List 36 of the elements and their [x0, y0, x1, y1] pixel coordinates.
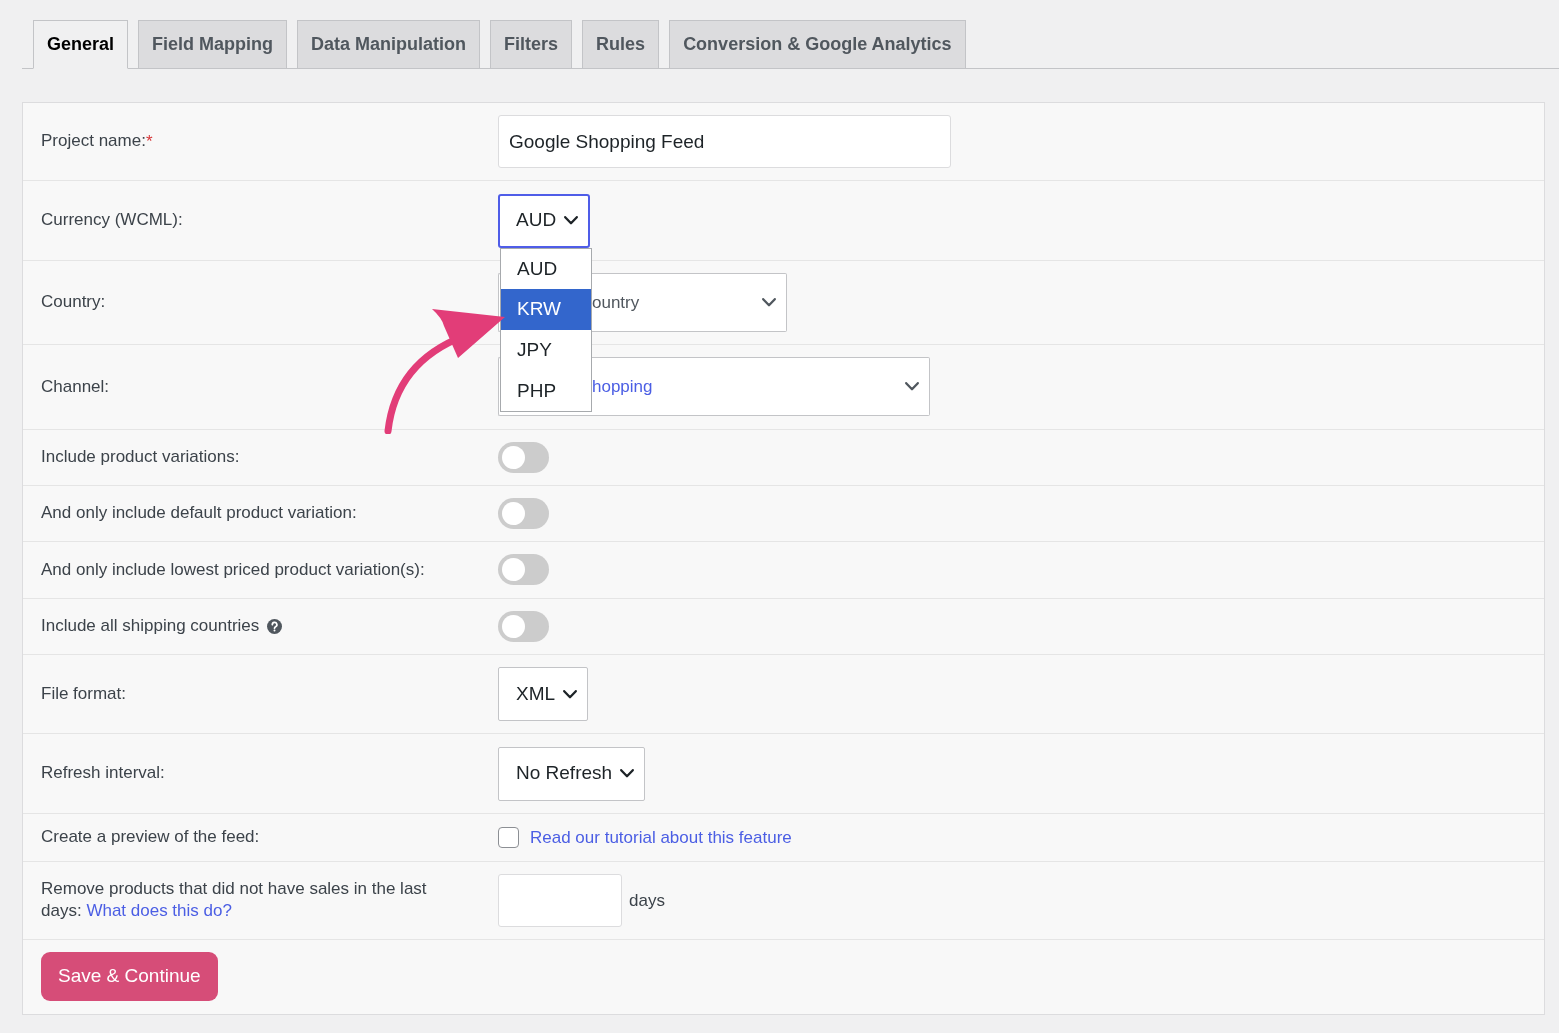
field-label: And only include default product variation:: [41, 502, 357, 525]
tutorial-link[interactable]: Read our tutorial about this feature: [530, 824, 792, 850]
field-label: Create a preview of the feed:: [41, 826, 260, 849]
text-field[interactable]: Google Shopping Feed: [498, 115, 951, 169]
field-label: File format:: [41, 682, 127, 705]
number-field[interactable]: [498, 873, 622, 927]
field-label: And only include lowest priced product variation(s):: [41, 558, 425, 581]
tab[interactable]: General: [33, 20, 129, 69]
field-label: Remove products that did not have sales in the last days: What does this do?: [41, 878, 428, 923]
field-label: Currency (WCML):: [41, 209, 183, 232]
chevron-down-icon: [564, 216, 579, 226]
field-label: Include all shipping countries: [41, 615, 260, 638]
help-link[interactable]: What does this do?: [86, 901, 232, 921]
select-dropdown[interactable]: AUD: [498, 193, 591, 248]
field-label: Project name:: [41, 130, 146, 153]
toggle-switch[interactable]: [498, 498, 549, 530]
required-mark: *: [145, 130, 153, 153]
toggle-switch[interactable]: [498, 441, 549, 473]
field-label: Refresh interval:: [41, 762, 165, 785]
select-dropdown[interactable]: XML: [498, 667, 589, 722]
toggle-switch[interactable]: [498, 610, 549, 642]
tab[interactable]: Conversion & Google Analytics: [669, 20, 966, 68]
field-label: Country:: [41, 291, 106, 314]
field-label: Include product variations:: [41, 445, 240, 468]
tab[interactable]: Data Manipulation: [297, 20, 481, 68]
tab[interactable]: Filters: [490, 20, 573, 68]
checkbox[interactable]: [498, 826, 519, 848]
tab[interactable]: Field Mapping: [138, 20, 288, 68]
chevron-down-icon: [563, 689, 578, 699]
unit-label: days: [629, 889, 665, 912]
field-label: Channel:: [41, 375, 110, 398]
tab[interactable]: Rules: [582, 20, 660, 68]
chevron-down-icon: [620, 769, 635, 779]
select-dropdown[interactable]: No Refresh: [498, 746, 646, 801]
toggle-switch[interactable]: [498, 554, 549, 586]
save-button[interactable]: Save & Continue: [41, 952, 218, 1002]
